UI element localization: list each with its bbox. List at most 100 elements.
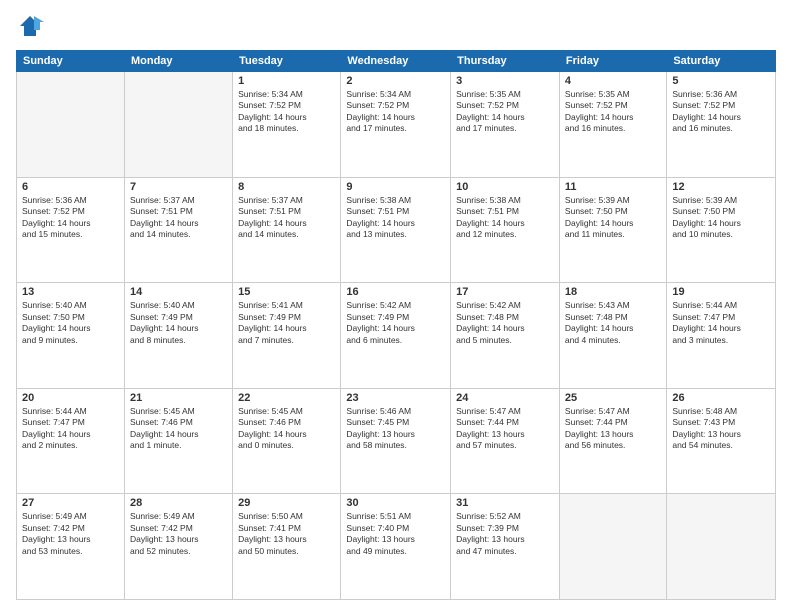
calendar-cell: 15 Sunrise: 5:41 AM Sunset: 7:49 PM Dayli… bbox=[233, 283, 341, 389]
day-info: Sunrise: 5:39 AM Sunset: 7:50 PM Dayligh… bbox=[565, 195, 661, 241]
day-info: Sunrise: 5:49 AM Sunset: 7:42 PM Dayligh… bbox=[22, 511, 119, 557]
calendar-cell: 8 Sunrise: 5:37 AM Sunset: 7:51 PM Daylig… bbox=[233, 177, 341, 283]
weekday-header-sunday: Sunday bbox=[17, 51, 125, 72]
day-number: 8 bbox=[238, 181, 335, 193]
calendar-cell: 29 Sunrise: 5:50 AM Sunset: 7:41 PM Dayli… bbox=[233, 494, 341, 600]
day-number: 22 bbox=[238, 392, 335, 404]
calendar-cell bbox=[559, 494, 666, 600]
day-info: Sunrise: 5:46 AM Sunset: 7:45 PM Dayligh… bbox=[346, 406, 445, 452]
calendar-cell: 26 Sunrise: 5:48 AM Sunset: 7:43 PM Dayli… bbox=[667, 388, 776, 494]
day-info: Sunrise: 5:52 AM Sunset: 7:39 PM Dayligh… bbox=[456, 511, 554, 557]
day-info: Sunrise: 5:41 AM Sunset: 7:49 PM Dayligh… bbox=[238, 300, 335, 346]
calendar-cell bbox=[124, 72, 232, 178]
day-number: 19 bbox=[672, 286, 770, 298]
day-info: Sunrise: 5:40 AM Sunset: 7:49 PM Dayligh… bbox=[130, 300, 227, 346]
day-number: 31 bbox=[456, 497, 554, 509]
day-number: 2 bbox=[346, 75, 445, 87]
logo-icon bbox=[16, 12, 44, 40]
day-number: 1 bbox=[238, 75, 335, 87]
day-info: Sunrise: 5:38 AM Sunset: 7:51 PM Dayligh… bbox=[346, 195, 445, 241]
weekday-header-monday: Monday bbox=[124, 51, 232, 72]
day-number: 4 bbox=[565, 75, 661, 87]
day-number: 11 bbox=[565, 181, 661, 193]
day-info: Sunrise: 5:34 AM Sunset: 7:52 PM Dayligh… bbox=[346, 89, 445, 135]
week-row-3: 13 Sunrise: 5:40 AM Sunset: 7:50 PM Dayli… bbox=[17, 283, 776, 389]
calendar-cell: 31 Sunrise: 5:52 AM Sunset: 7:39 PM Dayli… bbox=[451, 494, 560, 600]
calendar-cell: 6Sunrise: 5:36 AM Sunset: 7:52 PM Daylig… bbox=[17, 177, 125, 283]
day-info: Sunrise: 5:44 AM Sunset: 7:47 PM Dayligh… bbox=[672, 300, 770, 346]
week-row-4: 20 Sunrise: 5:44 AM Sunset: 7:47 PM Dayli… bbox=[17, 388, 776, 494]
calendar-cell: 16 Sunrise: 5:42 AM Sunset: 7:49 PM Dayli… bbox=[341, 283, 451, 389]
calendar-cell: 25 Sunrise: 5:47 AM Sunset: 7:44 PM Dayli… bbox=[559, 388, 666, 494]
day-info: Sunrise: 5:45 AM Sunset: 7:46 PM Dayligh… bbox=[238, 406, 335, 452]
calendar-cell: 24 Sunrise: 5:47 AM Sunset: 7:44 PM Dayli… bbox=[451, 388, 560, 494]
calendar-cell: 17Sunrise: 5:42 AM Sunset: 7:48 PM Dayli… bbox=[451, 283, 560, 389]
day-number: 7 bbox=[130, 181, 227, 193]
day-number: 15 bbox=[238, 286, 335, 298]
day-number: 16 bbox=[346, 286, 445, 298]
day-info: Sunrise: 5:39 AM Sunset: 7:50 PM Dayligh… bbox=[672, 195, 770, 241]
calendar-cell: 18 Sunrise: 5:43 AM Sunset: 7:48 PM Dayli… bbox=[559, 283, 666, 389]
calendar-cell bbox=[17, 72, 125, 178]
week-row-5: 27 Sunrise: 5:49 AM Sunset: 7:42 PM Dayli… bbox=[17, 494, 776, 600]
calendar-table: SundayMondayTuesdayWednesdayThursdayFrid… bbox=[16, 50, 776, 600]
day-info: Sunrise: 5:42 AM Sunset: 7:49 PM Dayligh… bbox=[346, 300, 445, 346]
day-info: Sunrise: 5:47 AM Sunset: 7:44 PM Dayligh… bbox=[456, 406, 554, 452]
calendar-cell: 23 Sunrise: 5:46 AM Sunset: 7:45 PM Dayli… bbox=[341, 388, 451, 494]
day-number: 27 bbox=[22, 497, 119, 509]
weekday-header-saturday: Saturday bbox=[667, 51, 776, 72]
day-info: Sunrise: 5:48 AM Sunset: 7:43 PM Dayligh… bbox=[672, 406, 770, 452]
week-row-1: 1 Sunrise: 5:34 AM Sunset: 7:52 PM Daylig… bbox=[17, 72, 776, 178]
calendar-cell bbox=[667, 494, 776, 600]
calendar-cell: 3Sunrise: 5:35 AM Sunset: 7:52 PM Daylig… bbox=[451, 72, 560, 178]
day-info: Sunrise: 5:36 AM Sunset: 7:52 PM Dayligh… bbox=[22, 195, 119, 241]
week-row-2: 6Sunrise: 5:36 AM Sunset: 7:52 PM Daylig… bbox=[17, 177, 776, 283]
day-number: 24 bbox=[456, 392, 554, 404]
weekday-header-tuesday: Tuesday bbox=[233, 51, 341, 72]
calendar-cell: 10 Sunrise: 5:38 AM Sunset: 7:51 PM Dayli… bbox=[451, 177, 560, 283]
weekday-header-thursday: Thursday bbox=[451, 51, 560, 72]
calendar-cell: 20 Sunrise: 5:44 AM Sunset: 7:47 PM Dayli… bbox=[17, 388, 125, 494]
day-number: 5 bbox=[672, 75, 770, 87]
day-info: Sunrise: 5:37 AM Sunset: 7:51 PM Dayligh… bbox=[130, 195, 227, 241]
day-number: 13 bbox=[22, 286, 119, 298]
day-number: 29 bbox=[238, 497, 335, 509]
day-number: 26 bbox=[672, 392, 770, 404]
day-number: 21 bbox=[130, 392, 227, 404]
calendar-cell: 11 Sunrise: 5:39 AM Sunset: 7:50 PM Dayli… bbox=[559, 177, 666, 283]
day-info: Sunrise: 5:38 AM Sunset: 7:51 PM Dayligh… bbox=[456, 195, 554, 241]
day-number: 3 bbox=[456, 75, 554, 87]
day-info: Sunrise: 5:43 AM Sunset: 7:48 PM Dayligh… bbox=[565, 300, 661, 346]
day-info: Sunrise: 5:35 AM Sunset: 7:52 PM Dayligh… bbox=[565, 89, 661, 135]
day-info: Sunrise: 5:44 AM Sunset: 7:47 PM Dayligh… bbox=[22, 406, 119, 452]
day-info: Sunrise: 5:51 AM Sunset: 7:40 PM Dayligh… bbox=[346, 511, 445, 557]
day-info: Sunrise: 5:45 AM Sunset: 7:46 PM Dayligh… bbox=[130, 406, 227, 452]
header bbox=[16, 12, 776, 40]
day-number: 14 bbox=[130, 286, 227, 298]
day-info: Sunrise: 5:49 AM Sunset: 7:42 PM Dayligh… bbox=[130, 511, 227, 557]
calendar-cell: 4 Sunrise: 5:35 AM Sunset: 7:52 PM Daylig… bbox=[559, 72, 666, 178]
day-number: 10 bbox=[456, 181, 554, 193]
calendar-cell: 28Sunrise: 5:49 AM Sunset: 7:42 PM Dayli… bbox=[124, 494, 232, 600]
day-info: Sunrise: 5:40 AM Sunset: 7:50 PM Dayligh… bbox=[22, 300, 119, 346]
calendar-cell: 30Sunrise: 5:51 AM Sunset: 7:40 PM Dayli… bbox=[341, 494, 451, 600]
day-info: Sunrise: 5:37 AM Sunset: 7:51 PM Dayligh… bbox=[238, 195, 335, 241]
page: SundayMondayTuesdayWednesdayThursdayFrid… bbox=[0, 0, 792, 612]
day-number: 20 bbox=[22, 392, 119, 404]
calendar-cell: 13 Sunrise: 5:40 AM Sunset: 7:50 PM Dayli… bbox=[17, 283, 125, 389]
day-info: Sunrise: 5:34 AM Sunset: 7:52 PM Dayligh… bbox=[238, 89, 335, 135]
day-info: Sunrise: 5:47 AM Sunset: 7:44 PM Dayligh… bbox=[565, 406, 661, 452]
day-number: 25 bbox=[565, 392, 661, 404]
day-number: 17 bbox=[456, 286, 554, 298]
day-number: 23 bbox=[346, 392, 445, 404]
day-info: Sunrise: 5:50 AM Sunset: 7:41 PM Dayligh… bbox=[238, 511, 335, 557]
logo bbox=[16, 12, 48, 40]
calendar-cell: 1 Sunrise: 5:34 AM Sunset: 7:52 PM Daylig… bbox=[233, 72, 341, 178]
day-number: 9 bbox=[346, 181, 445, 193]
calendar-cell: 27 Sunrise: 5:49 AM Sunset: 7:42 PM Dayli… bbox=[17, 494, 125, 600]
weekday-header-row: SundayMondayTuesdayWednesdayThursdayFrid… bbox=[17, 51, 776, 72]
calendar-cell: 22 Sunrise: 5:45 AM Sunset: 7:46 PM Dayli… bbox=[233, 388, 341, 494]
calendar-cell: 9 Sunrise: 5:38 AM Sunset: 7:51 PM Daylig… bbox=[341, 177, 451, 283]
calendar-cell: 14 Sunrise: 5:40 AM Sunset: 7:49 PM Dayli… bbox=[124, 283, 232, 389]
day-number: 18 bbox=[565, 286, 661, 298]
